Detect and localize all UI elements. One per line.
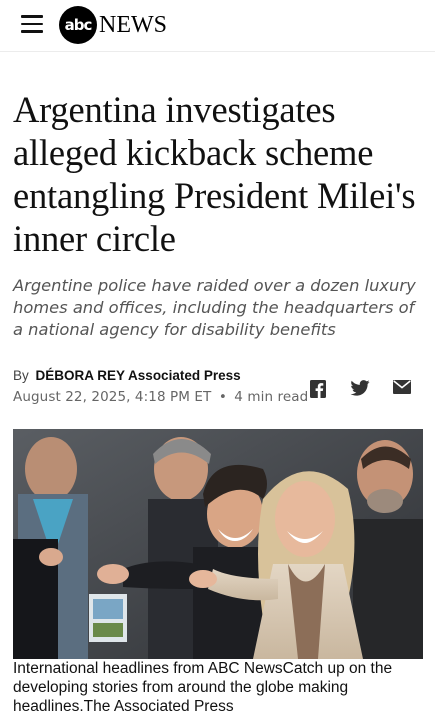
dateline-separator: • <box>218 389 227 405</box>
publish-date: August 22, 2025, 4:18 PM ET <box>13 389 212 405</box>
author-name[interactable]: DÉBORA REY Associated Press <box>36 368 241 383</box>
twitter-icon[interactable] <box>350 380 370 396</box>
hamburger-menu-icon[interactable] <box>21 15 43 33</box>
email-icon[interactable] <box>393 380 411 394</box>
top-bar: abc NEWS <box>0 0 435 52</box>
news-wordmark: NEWS <box>99 11 167 38</box>
article-subheadline: Argentine police have raided over a doze… <box>13 276 416 339</box>
facebook-icon[interactable] <box>310 380 326 398</box>
article-photo[interactable] <box>13 429 423 659</box>
byline-prefix: By <box>13 368 29 383</box>
dateline: August 22, 2025, 4:18 PM ET • 4 min read <box>13 389 308 405</box>
photo-caption: International headlines from ABC NewsCat… <box>13 660 393 715</box>
byline: By DÉBORA REY Associated Press <box>13 368 241 383</box>
article-headline: Argentina investigates alleged kickback … <box>13 89 416 259</box>
read-time: 4 min read <box>234 389 309 405</box>
abc-logo-mark: abc <box>59 6 97 44</box>
abc-news-logo[interactable]: abc NEWS <box>59 6 167 44</box>
photo-illustration <box>13 429 423 659</box>
